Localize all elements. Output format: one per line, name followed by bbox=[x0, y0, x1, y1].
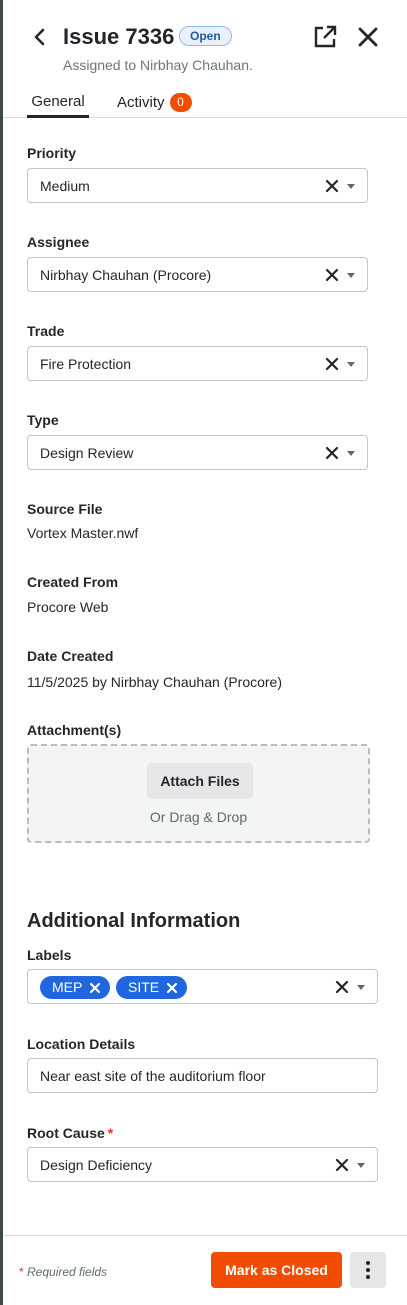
chevron-left-icon bbox=[34, 28, 45, 46]
close-button[interactable] bbox=[355, 24, 381, 50]
type-select[interactable]: Design Review bbox=[27, 435, 368, 470]
tab-bar: General Activity 0 bbox=[3, 88, 407, 118]
drag-drop-hint: Or Drag & Drop bbox=[149, 809, 248, 825]
caret-down-icon bbox=[347, 273, 355, 278]
assignee-select[interactable]: Nirbhay Chauhan (Procore) bbox=[27, 257, 368, 292]
panel-header: Issue 7336 Open Assigned to Nirbhay Chau… bbox=[3, 0, 407, 80]
trade-label: Trade bbox=[27, 323, 65, 339]
priority-select[interactable]: Medium bbox=[27, 168, 368, 203]
label-chip-text: MEP bbox=[52, 979, 83, 995]
activity-count-badge: 0 bbox=[169, 93, 192, 112]
label-chip: SITE bbox=[116, 976, 188, 999]
attachments-label: Attachment(s) bbox=[27, 722, 122, 738]
open-external-button[interactable] bbox=[312, 24, 338, 50]
close-icon bbox=[358, 27, 378, 47]
labels-label: Labels bbox=[27, 947, 72, 963]
caret-down-icon bbox=[357, 985, 365, 990]
back-button[interactable] bbox=[27, 24, 53, 50]
root-cause-label: Root Cause * bbox=[27, 1125, 113, 1141]
root-cause-value: Design Deficiency bbox=[40, 1157, 153, 1173]
panel-footer: * Required fields Mark as Closed bbox=[3, 1235, 407, 1305]
source-file-label: Source File bbox=[27, 501, 103, 517]
caret-down-icon bbox=[357, 1163, 365, 1168]
required-fields-note: * Required fields bbox=[19, 1265, 107, 1279]
priority-value: Medium bbox=[40, 178, 90, 194]
location-details-input[interactable] bbox=[27, 1058, 378, 1093]
clear-x-icon[interactable] bbox=[333, 978, 351, 996]
required-star: * bbox=[107, 1125, 114, 1141]
clear-x-icon[interactable] bbox=[323, 444, 341, 462]
attach-files-button[interactable]: Attach Files bbox=[147, 763, 253, 799]
root-cause-label-text: Root Cause bbox=[27, 1125, 105, 1141]
date-created-label: Date Created bbox=[27, 648, 114, 664]
labels-multiselect[interactable]: MEP SITE bbox=[27, 969, 378, 1004]
tab-activity-label: Activity bbox=[117, 94, 165, 111]
additional-info-heading: Additional Information bbox=[27, 910, 241, 932]
label-chip-text: SITE bbox=[128, 979, 160, 995]
assigned-subtitle: Assigned to Nirbhay Chauhan. bbox=[63, 57, 253, 73]
required-fields-text: Required fields bbox=[27, 1265, 108, 1279]
assignee-value: Nirbhay Chauhan (Procore) bbox=[40, 267, 212, 283]
date-created-value: 11/5/2025 by Nirbhay Chauhan (Procore) bbox=[27, 674, 283, 690]
more-vertical-icon bbox=[366, 1261, 370, 1279]
mark-as-closed-button[interactable]: Mark as Closed bbox=[211, 1252, 342, 1288]
priority-label: Priority bbox=[27, 145, 77, 161]
type-label: Type bbox=[27, 412, 59, 428]
attachment-dropzone[interactable]: Attach Files Or Drag & Drop bbox=[27, 744, 370, 843]
clear-x-icon[interactable] bbox=[323, 177, 341, 195]
label-chip: MEP bbox=[40, 976, 111, 999]
created-from-label: Created From bbox=[27, 574, 119, 590]
location-details-label: Location Details bbox=[27, 1036, 136, 1052]
required-star: * bbox=[19, 1265, 24, 1279]
status-badge: Open bbox=[179, 26, 232, 46]
remove-chip-icon[interactable] bbox=[88, 981, 102, 995]
external-link-icon bbox=[314, 25, 337, 48]
type-value: Design Review bbox=[40, 445, 134, 461]
tab-activity[interactable]: Activity 0 bbox=[117, 93, 192, 118]
more-actions-button[interactable] bbox=[350, 1252, 386, 1288]
clear-x-icon[interactable] bbox=[323, 266, 341, 284]
caret-down-icon bbox=[347, 184, 355, 189]
tab-general[interactable]: General bbox=[27, 93, 89, 118]
created-from-value: Procore Web bbox=[27, 599, 109, 615]
remove-chip-icon[interactable] bbox=[165, 981, 179, 995]
clear-x-icon[interactable] bbox=[333, 1156, 351, 1174]
caret-down-icon bbox=[347, 451, 355, 456]
trade-value: Fire Protection bbox=[40, 356, 132, 372]
assignee-label: Assignee bbox=[27, 234, 90, 250]
root-cause-select[interactable]: Design Deficiency bbox=[27, 1147, 378, 1182]
left-edge-strip bbox=[0, 0, 3, 1305]
clear-x-icon[interactable] bbox=[323, 355, 341, 373]
caret-down-icon bbox=[347, 362, 355, 367]
source-file-value: Vortex Master.nwf bbox=[27, 525, 139, 541]
trade-select[interactable]: Fire Protection bbox=[27, 346, 368, 381]
page-title: Issue 7336 bbox=[63, 24, 175, 49]
